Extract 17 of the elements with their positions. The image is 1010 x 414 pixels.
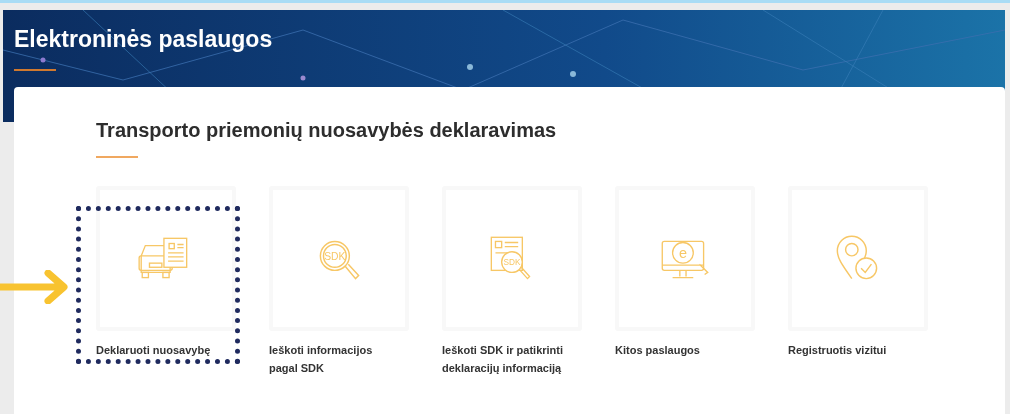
car-documents-icon <box>138 237 188 278</box>
search-icon <box>319 240 360 280</box>
icon-label: e <box>678 244 687 261</box>
service-tile[interactable] <box>96 186 236 331</box>
service-label[interactable]: Deklaruoti nuosavybę <box>96 341 211 359</box>
icon-label: SDK <box>324 250 346 262</box>
service-tile[interactable] <box>788 186 928 331</box>
service-label[interactable]: Ieškoti informacijos pagal SDK <box>269 341 397 377</box>
page-title: Elektroninės paslaugos <box>14 26 273 53</box>
document-search-icon <box>490 236 531 280</box>
location-check-icon <box>836 235 878 279</box>
icon-label: SDK <box>503 257 521 267</box>
monitor-icon <box>661 240 709 278</box>
section-title: Transporto priemonių nuosavybės deklaravimas <box>96 119 557 142</box>
service-label[interactable]: Ieškoti SDK ir patikrinti deklaracijų informaciją <box>442 341 570 377</box>
service-label[interactable]: Registruotis vizitui <box>788 341 887 359</box>
service-label[interactable]: Kitos paslaugos <box>615 341 700 359</box>
